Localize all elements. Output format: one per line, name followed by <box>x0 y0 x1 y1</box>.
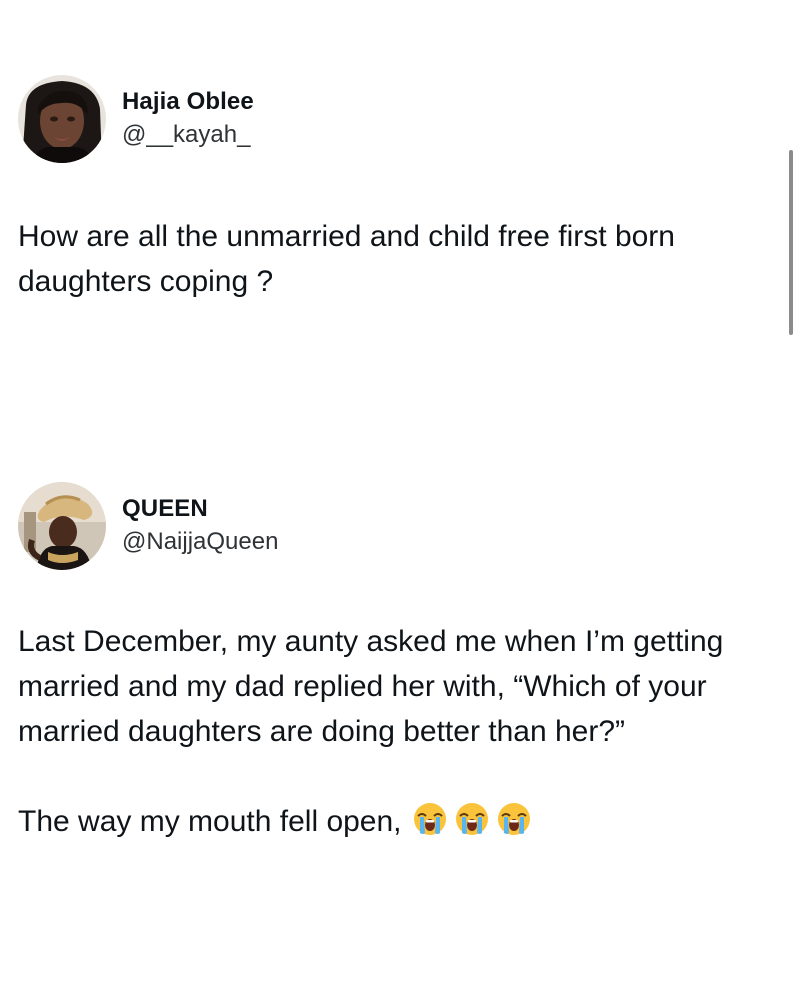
profile-photo-avatar-icon <box>18 482 106 570</box>
display-name[interactable]: QUEEN <box>122 494 278 524</box>
post-paragraph: Last December, my aunty asked me when I’… <box>18 625 732 748</box>
loudly-crying-face-icon <box>412 801 448 837</box>
user-handle[interactable]: @NaijjaQueen <box>122 526 278 558</box>
avatar[interactable] <box>18 75 106 163</box>
post-paragraph: How are all the unmarried and child free… <box>18 220 684 298</box>
post-author-row[interactable]: Hajia Oblee @__kayah_ <box>18 75 772 163</box>
author-text: Hajia Oblee @__kayah_ <box>122 87 254 151</box>
emoji-row <box>412 801 532 837</box>
loudly-crying-face-icon <box>454 801 490 837</box>
scrollbar-thumb[interactable] <box>789 150 793 335</box>
post-paragraph-text: The way my mouth fell open, <box>18 805 402 838</box>
avatar[interactable] <box>18 482 106 570</box>
post: QUEEN @NaijjaQueen Last December, my aun… <box>18 482 772 844</box>
display-name[interactable]: Hajia Oblee <box>122 87 254 117</box>
post-author-row[interactable]: QUEEN @NaijjaQueen <box>18 482 772 570</box>
post-text: Last December, my aunty asked me when I’… <box>18 619 788 844</box>
post-paragraph: The way my mouth fell open, <box>18 799 788 844</box>
loudly-crying-face-icon <box>496 801 532 837</box>
user-handle[interactable]: @__kayah_ <box>122 119 254 151</box>
post-text: How are all the unmarried and child free… <box>18 214 778 304</box>
scrollbar[interactable] <box>789 150 795 335</box>
profile-photo-avatar-icon <box>18 75 106 163</box>
author-text: QUEEN @NaijjaQueen <box>122 494 278 558</box>
post: Hajia Oblee @__kayah_ How are all the un… <box>18 75 772 304</box>
